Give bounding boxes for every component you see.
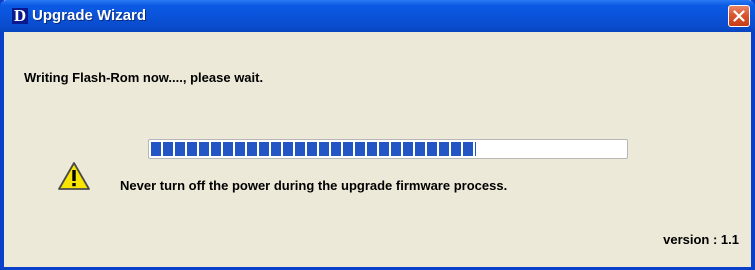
upgrade-progress-bar — [148, 139, 628, 159]
status-message: Writing Flash-Rom now...., please wait. — [24, 70, 264, 85]
warning-message: Never turn off the power during the upgr… — [120, 178, 508, 193]
close-button[interactable] — [728, 5, 750, 27]
version-label: version : 1.1 — [663, 232, 739, 247]
title-bar[interactable]: D Upgrade Wizard — [0, 0, 755, 32]
progress-fill — [151, 142, 476, 156]
warning-icon — [58, 162, 90, 190]
upgrade-wizard-window: D Upgrade Wizard Writing Flash-Rom now..… — [0, 0, 755, 270]
app-logo: D — [12, 6, 28, 25]
window-title: Upgrade Wizard — [32, 7, 147, 24]
close-icon — [733, 10, 745, 22]
